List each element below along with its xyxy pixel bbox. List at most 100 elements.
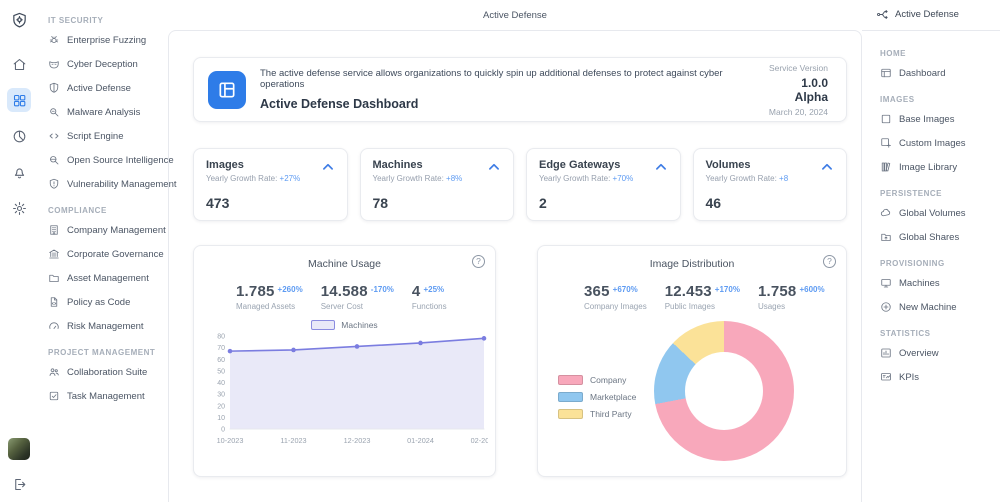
sidebar-item-risk-management[interactable]: Risk Management (38, 314, 168, 338)
help-icon[interactable]: ? (472, 255, 485, 268)
sidebar-item-label: Enterprise Fuzzing (67, 35, 146, 46)
sidebar-item-machines[interactable]: Machines (880, 271, 1000, 295)
sidebar-item-label: KPIs (899, 372, 919, 383)
app-logo-icon[interactable] (7, 8, 31, 32)
monitor-icon (880, 277, 892, 289)
stat-card-volumes: Volumes Yearly Growth Rate: +8 46 (693, 148, 848, 221)
help-icon[interactable]: ? (823, 255, 836, 268)
sidebar-item-base-images[interactable]: Base Images (880, 107, 1000, 131)
growth-label: Yearly Growth Rate: (206, 174, 277, 183)
machine-usage-line-chart: 0102030405060708010-202311-202312-202301… (206, 331, 488, 451)
sidebar-item-script-engine[interactable]: Script Engine (38, 124, 168, 148)
books-icon (880, 161, 892, 173)
icon-rail (0, 0, 38, 502)
sidebar-item-malware-analysis[interactable]: Malware Analysis (38, 100, 168, 124)
chart-stat-functions: 4+25% Functions (412, 283, 447, 311)
sidebar-item-task-management[interactable]: Task Management (38, 384, 168, 408)
banner-card: The active defense service allows organi… (193, 57, 847, 122)
company-legend-swatch (558, 375, 583, 385)
chevron-up-icon[interactable] (319, 158, 337, 176)
sidebar-item-label: Active Defense (67, 83, 131, 94)
stat-title: Volumes (706, 159, 835, 171)
image-distribution-donut-chart (654, 321, 794, 461)
sidebar-item-label: Overview (899, 348, 939, 359)
svg-text:10-2023: 10-2023 (217, 436, 244, 445)
banner-description: The active defense service allows organi… (260, 68, 766, 90)
sidebar-item-label: Script Engine (67, 131, 124, 142)
sidebar-item-label: New Machine (899, 302, 957, 313)
service-version-date: March 20, 2024 (766, 107, 828, 117)
sidebar-item-image-library[interactable]: Image Library (880, 155, 1000, 179)
sidebar-item-global-volumes[interactable]: Global Volumes (880, 201, 1000, 225)
chevron-up-icon[interactable] (485, 158, 503, 176)
sidebar-item-global-shares[interactable]: Global Shares (880, 225, 1000, 249)
svg-text:0: 0 (221, 427, 225, 434)
gauge-icon (48, 320, 60, 332)
active-defense-action[interactable]: Active Defense (876, 8, 959, 21)
left-sidebar: IT SECURITY Enterprise Fuzzing Cyber Dec… (38, 0, 168, 502)
section-header-persistence: PERSISTENCE (880, 189, 1000, 198)
svg-text:60: 60 (217, 357, 225, 364)
machine-usage-card: Machine Usage ? 1.785+260% Managed Asset… (193, 245, 496, 477)
svg-text:12-2023: 12-2023 (344, 436, 371, 445)
sidebar-item-active-defense[interactable]: Active Defense (38, 76, 168, 100)
stat-value: 46 (706, 195, 722, 211)
sidebar-item-policy-as-code[interactable]: Policy as Code (38, 290, 168, 314)
sidebar-item-enterprise-fuzzing[interactable]: Enterprise Fuzzing (38, 28, 168, 52)
legend-item-marketplace: Marketplace (558, 392, 636, 402)
marketplace-legend-swatch (558, 392, 583, 402)
legend-label: Machines (341, 320, 377, 330)
section-header-images: IMAGES (880, 95, 1000, 104)
logout-icon[interactable] (7, 472, 31, 496)
sidebar-item-custom-images[interactable]: Custom Images (880, 131, 1000, 155)
sidebar-item-label: Policy as Code (67, 297, 130, 308)
right-sidebar: HOME Dashboard IMAGES Base Images Custom… (862, 30, 1000, 502)
sidebar-item-label: Risk Management (67, 321, 144, 332)
user-avatar[interactable] (8, 438, 30, 460)
sidebar-item-overview[interactable]: Overview (880, 341, 1000, 365)
file-code-icon (48, 296, 60, 308)
chevron-up-icon[interactable] (818, 158, 836, 176)
sidebar-item-vulnerability-management[interactable]: Vulnerability Management (38, 172, 168, 196)
svg-text:40: 40 (217, 380, 225, 387)
sidebar-item-asset-management[interactable]: Asset Management (38, 266, 168, 290)
service-version-label: Service Version (766, 63, 828, 73)
analytics-icon[interactable] (7, 124, 31, 148)
stats-window-icon (880, 347, 892, 359)
home-icon[interactable] (7, 52, 31, 76)
chart-stat-usages: 1.758+600% Usages (758, 283, 825, 311)
chart-title: Machine Usage (206, 258, 483, 270)
sidebar-item-collaboration-suite[interactable]: Collaboration Suite (38, 360, 168, 384)
notifications-icon[interactable] (7, 160, 31, 184)
dashboard-icon[interactable] (7, 88, 31, 112)
shield-icon (48, 82, 60, 94)
sidebar-item-company-management[interactable]: Company Management (38, 218, 168, 242)
charts-row: Machine Usage ? 1.785+260% Managed Asset… (193, 245, 847, 477)
sidebar-item-label: Dashboard (899, 68, 945, 79)
sidebar-item-label: Global Shares (899, 232, 959, 243)
sidebar-item-open-source-intelligence[interactable]: Open Source Intelligence (38, 148, 168, 172)
sidebar-item-label: Open Source Intelligence (67, 155, 174, 166)
sidebar-item-kpis[interactable]: KPIs (880, 365, 1000, 389)
banner-title: Active Defense Dashboard (260, 97, 766, 111)
code-icon (48, 130, 60, 142)
sidebar-item-cyber-deception[interactable]: Cyber Deception (38, 52, 168, 76)
legend-item-third-party: Third Party (558, 409, 636, 419)
growth-value: +8 (779, 174, 788, 183)
machines-legend-swatch (311, 320, 335, 330)
search-icon (48, 154, 60, 166)
mask-icon (48, 58, 60, 70)
chart-stat-managed-assets: 1.785+260% Managed Assets (236, 283, 303, 311)
shield-alert-icon (48, 178, 60, 190)
users-icon (48, 366, 60, 378)
sidebar-item-new-machine[interactable]: New Machine (880, 295, 1000, 319)
settings-icon[interactable] (7, 196, 31, 220)
stat-value: 473 (206, 195, 229, 211)
sidebar-item-corporate-governance[interactable]: Corporate Governance (38, 242, 168, 266)
sidebar-item-dashboard[interactable]: Dashboard (880, 61, 1000, 85)
growth-value: +8% (446, 174, 462, 183)
sidebar-item-label: Vulnerability Management (67, 179, 177, 190)
chart-stat-server-cost: 14.588-170% Server Cost (321, 283, 394, 311)
chevron-up-icon[interactable] (652, 158, 670, 176)
growth-label: Yearly Growth Rate: (706, 174, 777, 183)
